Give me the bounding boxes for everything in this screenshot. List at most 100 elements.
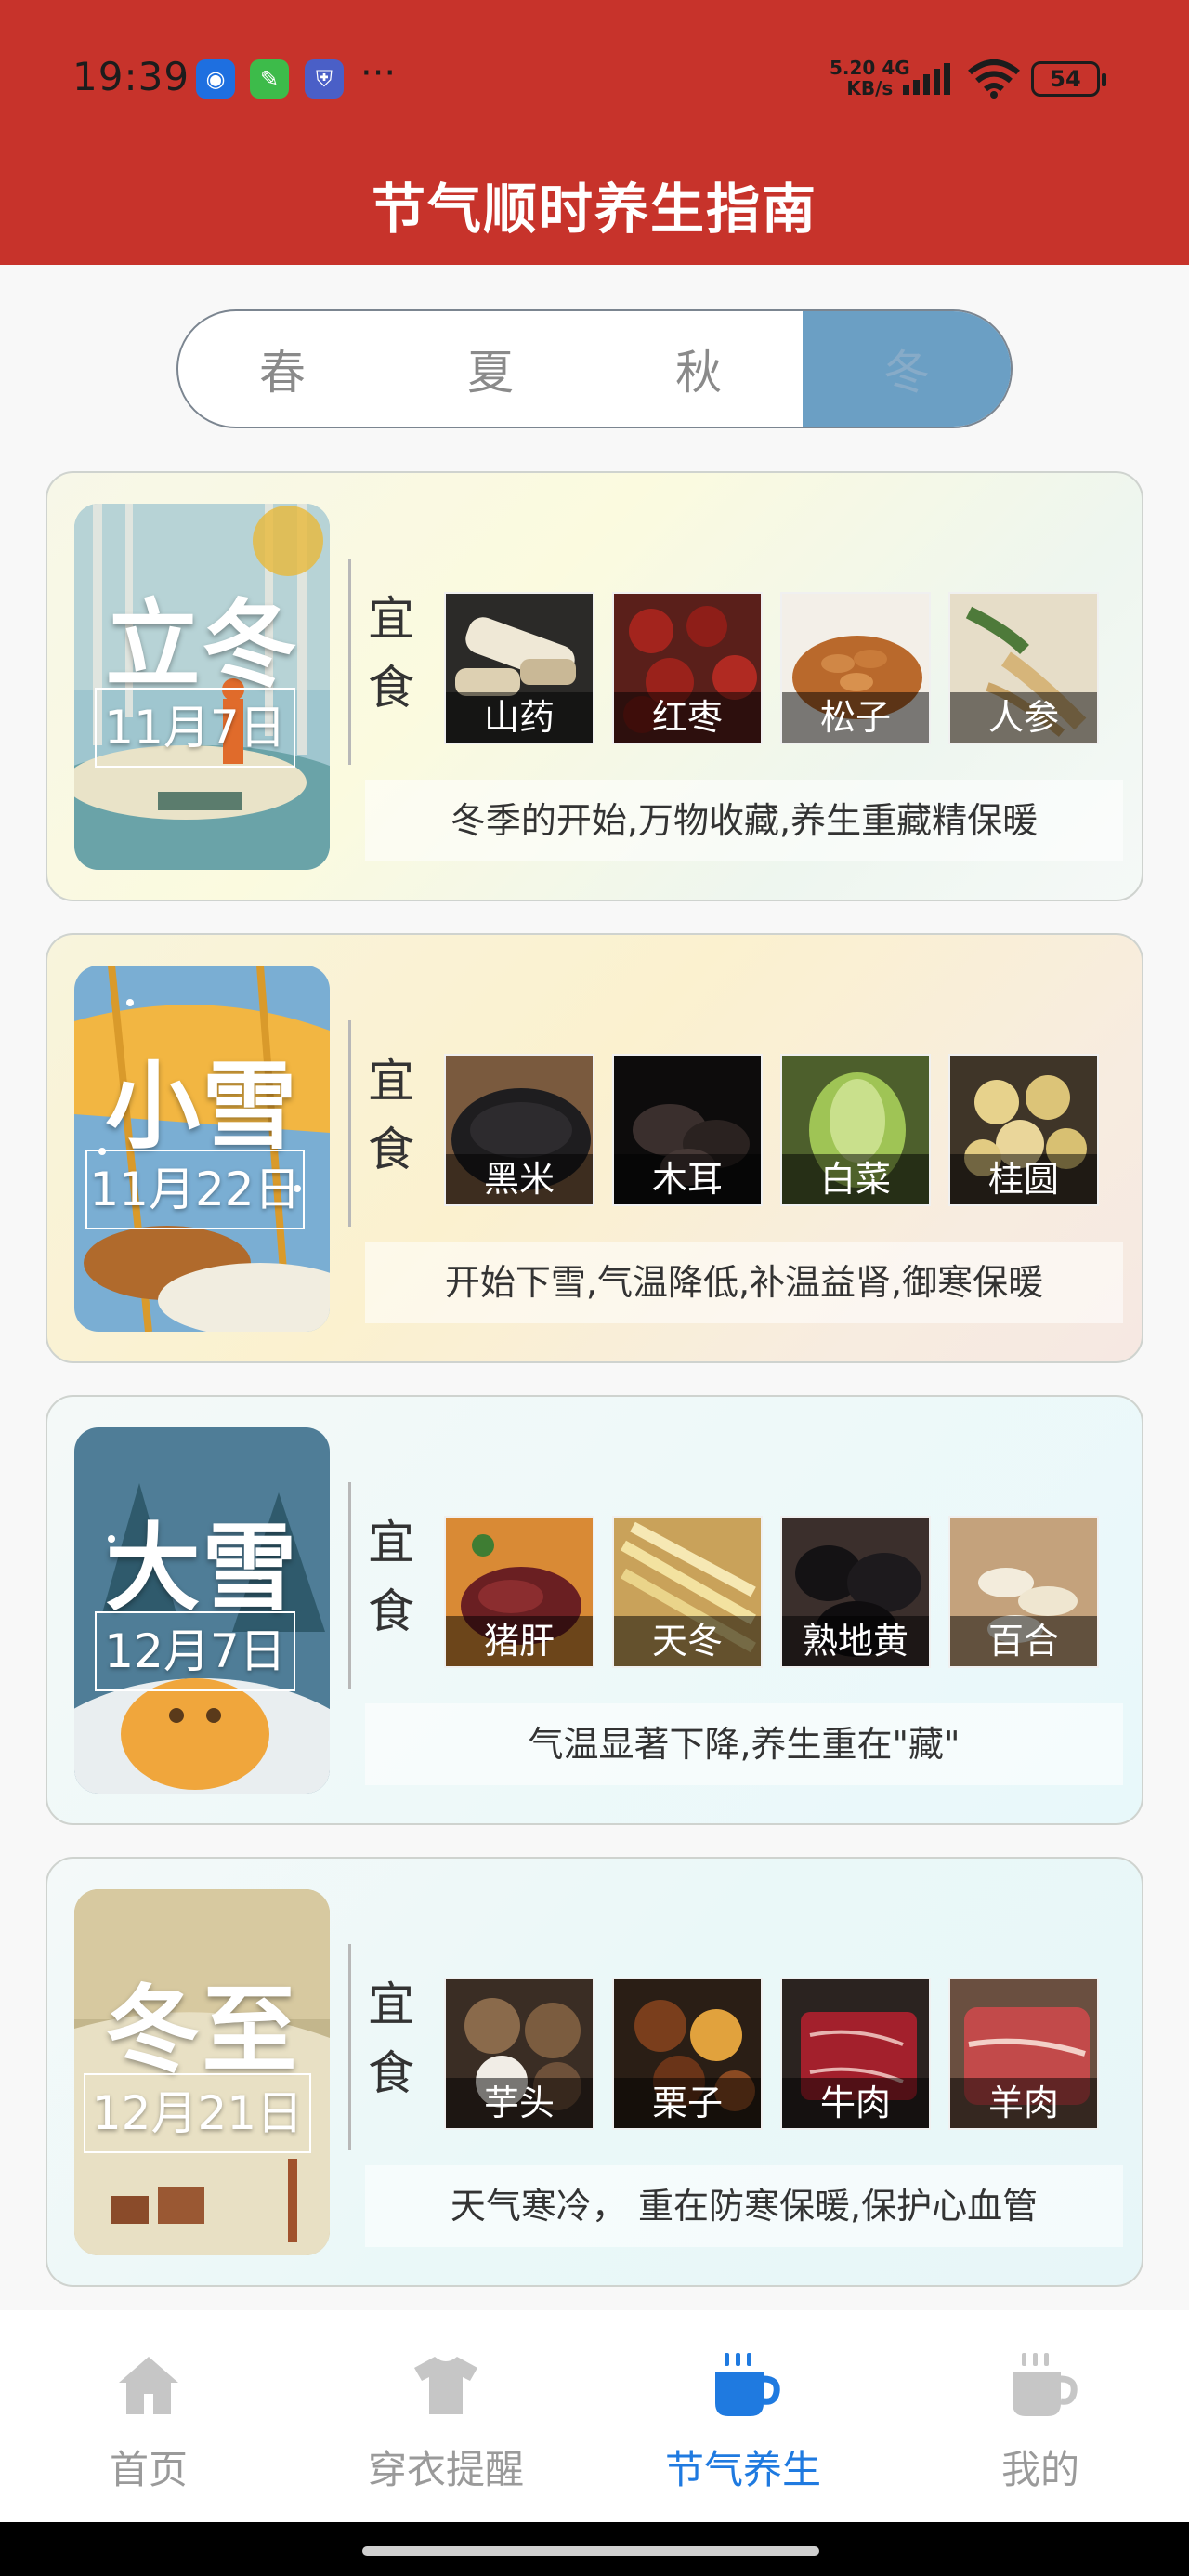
home-indicator[interactable] bbox=[362, 2546, 819, 2556]
suitable-food-label: 宜食 bbox=[363, 1046, 419, 1184]
nav-label: 穿衣提醒 bbox=[367, 2447, 524, 2492]
tab-winter[interactable]: 冬 bbox=[803, 311, 1011, 427]
notification-tool-icon: ✎ bbox=[250, 59, 289, 99]
food-item[interactable]: 松子 bbox=[780, 592, 931, 744]
nav-label: 首页 bbox=[109, 2447, 188, 2492]
food-name: 猪肝 bbox=[446, 1616, 593, 1666]
shi-char: 食 bbox=[368, 1584, 414, 1638]
shirt-icon bbox=[414, 2357, 477, 2414]
speed-unit: KB/s bbox=[846, 77, 894, 99]
food-item[interactable]: 桂圆 bbox=[948, 1054, 1099, 1206]
food-name: 百合 bbox=[950, 1616, 1097, 1666]
divider bbox=[348, 1944, 351, 2150]
food-name: 牛肉 bbox=[782, 2078, 929, 2128]
food-item[interactable]: 山药 bbox=[444, 592, 594, 744]
food-name: 熟地黄 bbox=[782, 1616, 929, 1666]
nav-profile[interactable]: 我的 bbox=[892, 2310, 1189, 2522]
tea-cup-icon bbox=[715, 2353, 780, 2416]
term-name: 小雪 bbox=[105, 1051, 299, 1163]
more-notifications-icon: ··· bbox=[360, 52, 397, 95]
term-description: 冬季的开始,万物收藏,养生重藏精保暖 bbox=[365, 780, 1123, 861]
bottom-navigation: 首页 穿衣提醒 节气养生 我的 bbox=[0, 2310, 1189, 2522]
food-item[interactable]: 牛肉 bbox=[780, 1978, 931, 2130]
food-name: 天冬 bbox=[614, 1616, 761, 1666]
food-item[interactable]: 栗子 bbox=[612, 1978, 763, 2130]
shi-char: 食 bbox=[368, 661, 414, 715]
home-icon bbox=[119, 2357, 178, 2414]
battery-indicator: 54 bbox=[1031, 61, 1106, 97]
food-name: 人参 bbox=[950, 692, 1097, 743]
mug-icon bbox=[1013, 2353, 1078, 2416]
food-name: 羊肉 bbox=[950, 2078, 1097, 2128]
divider bbox=[348, 1020, 351, 1227]
divider bbox=[348, 1482, 351, 1689]
food-name: 木耳 bbox=[614, 1154, 761, 1204]
network-speed: 5.20 4G KB/s bbox=[830, 58, 910, 99]
food-name: 栗子 bbox=[614, 2078, 761, 2128]
app-header: 19:39 ◉ ✎ ⛨ ··· 5.20 4G KB/s 54 节气顺时养生指南 bbox=[0, 0, 1189, 265]
term-date: 11月7日 bbox=[95, 688, 295, 768]
food-name: 黑米 bbox=[446, 1154, 593, 1204]
shi-char: 食 bbox=[368, 1123, 414, 1176]
food-item[interactable]: 黑米 bbox=[444, 1054, 594, 1206]
food-item[interactable]: 芋头 bbox=[444, 1978, 594, 2130]
solar-term-card[interactable]: 大雪 12月7日 宜食 猪肝 天冬 熟地黄 百合 气温显著下降,养生重在"藏" bbox=[46, 1395, 1143, 1825]
food-name: 芋头 bbox=[446, 2078, 593, 2128]
food-item[interactable]: 天冬 bbox=[612, 1516, 763, 1668]
term-name: 大雪 bbox=[105, 1513, 299, 1624]
solar-term-card[interactable]: 小雪 11月22日 宜食 黑米 木耳 白菜 桂圆 开始下雪,气温降低,补温益肾,… bbox=[46, 933, 1143, 1363]
nav-solar-terms[interactable]: 节气养生 bbox=[594, 2310, 892, 2522]
tab-autumn[interactable]: 秋 bbox=[594, 311, 803, 427]
yi-char: 宜 bbox=[368, 592, 414, 646]
term-illustration: 立冬 11月7日 bbox=[74, 504, 330, 870]
tab-summer[interactable]: 夏 bbox=[386, 311, 594, 427]
suitable-food-label: 宜食 bbox=[363, 585, 419, 722]
food-name: 松子 bbox=[782, 692, 929, 743]
food-name: 桂圆 bbox=[950, 1154, 1097, 1204]
food-item[interactable]: 人参 bbox=[948, 592, 1099, 744]
term-description: 气温显著下降,养生重在"藏" bbox=[365, 1703, 1123, 1785]
food-item[interactable]: 羊肉 bbox=[948, 1978, 1099, 2130]
term-date: 12月7日 bbox=[95, 1611, 295, 1691]
yi-char: 宜 bbox=[368, 1978, 414, 2031]
gesture-area bbox=[0, 2522, 1189, 2576]
food-item[interactable]: 白菜 bbox=[780, 1054, 931, 1206]
term-description: 天气寒冷， 重在防寒保暖,保护心血管 bbox=[365, 2165, 1123, 2247]
wifi-symbol-icon bbox=[968, 59, 1020, 99]
nav-clothing[interactable]: 穿衣提醒 bbox=[297, 2310, 594, 2522]
signal-icon bbox=[903, 63, 950, 95]
nav-label: 我的 bbox=[1000, 2447, 1079, 2492]
yi-char: 宜 bbox=[368, 1054, 414, 1108]
term-date: 11月22日 bbox=[85, 1150, 305, 1229]
food-item[interactable]: 木耳 bbox=[612, 1054, 763, 1206]
food-item[interactable]: 百合 bbox=[948, 1516, 1099, 1668]
food-name: 山药 bbox=[446, 692, 593, 743]
shi-char: 食 bbox=[368, 2046, 414, 2100]
divider bbox=[348, 559, 351, 765]
food-item[interactable]: 红枣 bbox=[612, 592, 763, 744]
food-name: 红枣 bbox=[614, 692, 761, 743]
term-name: 冬至 bbox=[105, 1975, 299, 2086]
term-illustration: 小雪 11月22日 bbox=[74, 966, 330, 1332]
term-illustration: 冬至 12月21日 bbox=[74, 1889, 330, 2255]
tab-spring[interactable]: 春 bbox=[178, 311, 386, 427]
food-name: 白菜 bbox=[782, 1154, 929, 1204]
term-illustration: 大雪 12月7日 bbox=[74, 1427, 330, 1794]
page-title: 节气顺时养生指南 bbox=[371, 177, 817, 241]
speed-value: 5.20 bbox=[830, 57, 876, 79]
notification-shield-icon: ⛨ bbox=[305, 59, 344, 99]
season-tabs: 春 夏 秋 冬 bbox=[176, 309, 1013, 428]
food-item[interactable]: 猪肝 bbox=[444, 1516, 594, 1668]
term-description: 开始下雪,气温降低,补温益肾,御寒保暖 bbox=[365, 1242, 1123, 1323]
status-time: 19:39 bbox=[72, 54, 190, 99]
food-item[interactable]: 熟地黄 bbox=[780, 1516, 931, 1668]
suitable-food-label: 宜食 bbox=[363, 1970, 419, 2108]
notification-app-icon: ◉ bbox=[196, 59, 235, 99]
suitable-food-label: 宜食 bbox=[363, 1508, 419, 1646]
status-bar: 19:39 ◉ ✎ ⛨ ··· 5.20 4G KB/s 54 bbox=[0, 0, 1189, 158]
nav-label: 节气养生 bbox=[664, 2447, 821, 2492]
solar-term-card[interactable]: 立冬 11月7日 宜食 山药 红枣 松子 人参 冬季的开始,万物收藏,养生重藏精… bbox=[46, 471, 1143, 901]
term-date: 12月21日 bbox=[84, 2073, 311, 2153]
solar-term-card[interactable]: 冬至 12月21日 宜食 芋头 栗子 牛肉 羊肉 天气寒冷， 重在防寒保暖,保护… bbox=[46, 1857, 1143, 2287]
nav-home[interactable]: 首页 bbox=[0, 2310, 297, 2522]
